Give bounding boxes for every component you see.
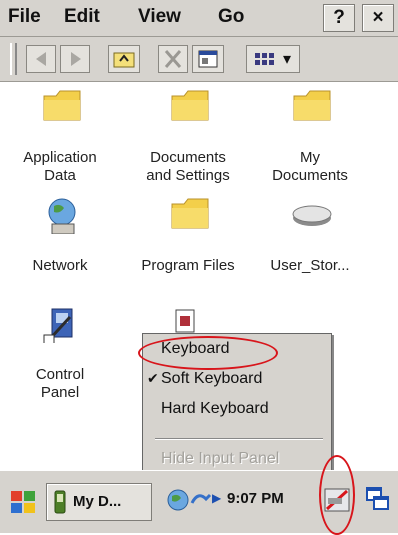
desktop-item-my-documents[interactable]: My Documents — [250, 86, 370, 191]
storage-drive-icon — [292, 205, 332, 226]
desktop-item-network[interactable]: Network — [0, 194, 120, 284]
desktop-item-label: Data — [44, 167, 76, 184]
properties-button[interactable] — [192, 45, 224, 73]
large-icons-view-icon — [255, 53, 274, 65]
menu-item-soft-keyboard[interactable]: ✔ Soft Keyboard — [143, 366, 331, 394]
menu-item-label: Hide Input Panel — [161, 450, 280, 467]
desktop-item-label: Documents — [150, 149, 226, 166]
desktop-item-label: and Settings — [146, 167, 230, 184]
menu-view[interactable]: View — [138, 6, 181, 28]
desktop-item-label: Documents — [272, 167, 348, 184]
desktop-item-program-files[interactable]: Program Files — [128, 194, 248, 284]
desktop-item-label: My — [300, 149, 320, 166]
desktop-item-label: Application — [23, 149, 97, 166]
control-panel-icon — [43, 308, 73, 343]
view-mode-dropdown[interactable]: ▾ — [246, 45, 300, 73]
tray-arrow-icon: ▶ — [212, 491, 222, 505]
up-folder-button[interactable] — [108, 45, 140, 73]
delete-x-icon — [164, 50, 182, 68]
annotation-circle-keyboard — [138, 336, 278, 370]
chevron-down-icon: ▾ — [283, 51, 292, 68]
toolbar: ▾ — [0, 37, 398, 82]
desktop-item-application-data[interactable]: Application Data — [0, 86, 120, 191]
checkmark-icon: ✔ — [147, 370, 159, 386]
up-folder-icon — [113, 52, 135, 68]
desktop-item-label: Control — [35, 366, 85, 383]
delete-button[interactable] — [158, 45, 188, 73]
desktop-item-label: Network — [32, 257, 88, 274]
menu-edit[interactable]: Edit — [64, 6, 100, 28]
taskbar-window-label: My D... — [73, 493, 122, 510]
properties-icon — [198, 50, 218, 68]
clock-label[interactable]: 9:07 PM — [227, 490, 284, 507]
back-arrow-icon — [36, 52, 46, 66]
forward-arrow-icon — [71, 52, 81, 66]
desktop-item-label: Program Files — [141, 257, 235, 274]
toolbar-grip[interactable] — [10, 43, 17, 75]
close-button[interactable]: × — [362, 4, 394, 32]
menu-item-label: Soft Keyboard — [161, 370, 263, 387]
folder-icon — [293, 90, 331, 121]
forward-button[interactable] — [60, 45, 90, 73]
mobile-device-icon — [54, 490, 66, 514]
folder-icon — [171, 198, 209, 229]
partially-hidden-icon — [175, 309, 195, 333]
menu-item-hard-keyboard[interactable]: Hard Keyboard — [143, 396, 331, 424]
show-desktop-windows-icon[interactable] — [364, 485, 392, 513]
annotation-circle-input-panel — [319, 455, 355, 535]
desktop-item-user-storage[interactable]: User_Stor... — [250, 194, 370, 284]
folder-icon — [43, 90, 81, 121]
desktop-item-control-panel[interactable]: Control Panel — [0, 303, 120, 413]
menu-bar: File Edit View Go ? × — [0, 0, 398, 37]
start-windows-flag-icon[interactable] — [8, 487, 38, 517]
taskbar-window-button[interactable]: My D... — [46, 483, 152, 521]
network-globe-icon[interactable] — [166, 487, 190, 513]
menu-item-label: Hard Keyboard — [161, 400, 269, 417]
menu-separator — [155, 438, 323, 440]
menu-file[interactable]: File — [8, 6, 41, 28]
help-button[interactable]: ? — [323, 4, 355, 32]
desktop-item-label: Panel — [40, 384, 80, 401]
desktop-item-documents-and-settings[interactable]: Documents and Settings — [128, 86, 248, 191]
desktop-item-label: User_Stor... — [270, 257, 350, 274]
back-button[interactable] — [26, 45, 56, 73]
menu-go[interactable]: Go — [218, 6, 244, 28]
folder-icon — [171, 90, 209, 121]
connectivity-icon[interactable] — [190, 489, 212, 511]
network-globe-icon — [48, 198, 76, 234]
